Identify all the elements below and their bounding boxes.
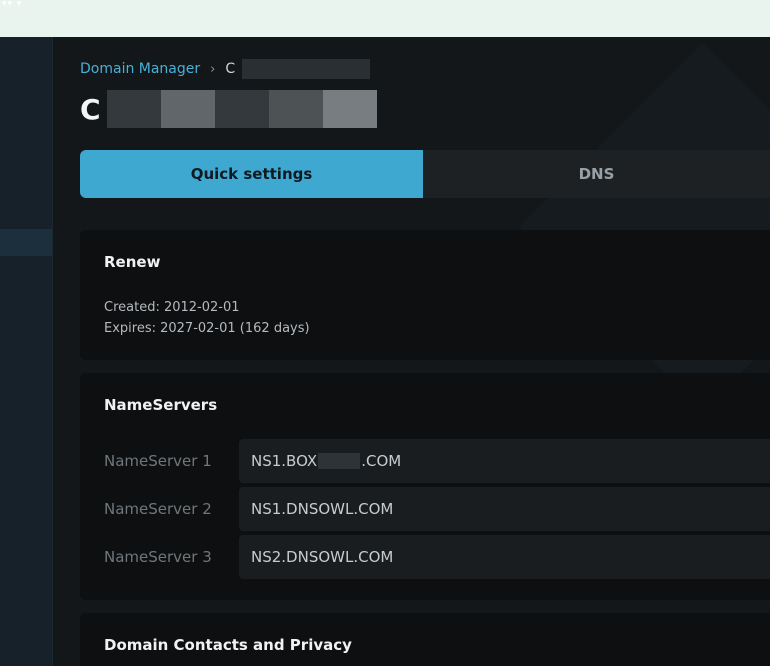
nameserver-2-label: NameServer 2	[104, 500, 212, 518]
nameserver-row-2: NameServer 2 NS1.DNSOWL.COM	[104, 487, 770, 531]
sidebar-item-active[interactable]	[0, 229, 52, 256]
main-content: Domain Manager › C C Quick settings DNS …	[53, 37, 770, 666]
breadcrumb-current-text: C	[225, 61, 236, 77]
redacted-block	[241, 59, 370, 79]
renew-card: Renew Created: 2012-02-01 Expires: 2027-…	[80, 230, 770, 360]
created-date: Created: 2012-02-01	[104, 300, 240, 315]
breadcrumb-current: C	[225, 59, 370, 79]
nameserver-1-value-suffix: .COM	[361, 452, 402, 470]
expires-date: Expires: 2027-02-01 (162 days)	[104, 321, 310, 336]
brand-logo[interactable]: ▾▾ ▾	[0, 0, 50, 20]
nameserver-3-value: NS2.DNSOWL.COM	[251, 548, 394, 566]
sidebar	[0, 37, 53, 666]
nameservers-card: NameServers NameServer 1 NS1.BOX .COM Na…	[80, 373, 770, 600]
renew-dates: Created: 2012-02-01 Expires: 2027-02-01 …	[104, 297, 310, 339]
redacted-block	[106, 90, 377, 128]
logo-mark-icon: ▾▾ ▾	[2, 0, 23, 9]
top-bar: ▾▾ ▾	[0, 0, 770, 37]
nameserver-3-input[interactable]: NS2.DNSOWL.COM	[239, 535, 770, 579]
contacts-card: Domain Contacts and Privacy	[80, 613, 770, 666]
breadcrumb-domain-manager-link[interactable]: Domain Manager	[80, 61, 200, 77]
tab-bar: Quick settings DNS	[80, 150, 770, 198]
page-title-text: C	[80, 92, 101, 126]
tab-quick-settings[interactable]: Quick settings	[80, 150, 423, 198]
nameservers-title: NameServers	[104, 396, 218, 414]
nameserver-1-value-prefix: NS1.BOX	[251, 452, 318, 470]
nameserver-row-1: NameServer 1 NS1.BOX .COM	[104, 439, 770, 483]
renew-title: Renew	[104, 253, 161, 271]
nameserver-2-input[interactable]: NS1.DNSOWL.COM	[239, 487, 770, 531]
page-title: C	[80, 90, 377, 128]
nameserver-2-value: NS1.DNSOWL.COM	[251, 500, 394, 518]
nameserver-1-label: NameServer 1	[104, 452, 212, 470]
breadcrumb: Domain Manager › C	[80, 59, 370, 79]
nameserver-row-3: NameServer 3 NS2.DNSOWL.COM	[104, 535, 770, 579]
nameserver-3-label: NameServer 3	[104, 548, 212, 566]
redacted-block	[318, 453, 361, 469]
nameserver-1-input[interactable]: NS1.BOX .COM	[239, 439, 770, 483]
tab-dns[interactable]: DNS	[423, 150, 770, 198]
breadcrumb-separator-icon: ›	[210, 61, 216, 77]
contacts-title: Domain Contacts and Privacy	[104, 636, 352, 654]
